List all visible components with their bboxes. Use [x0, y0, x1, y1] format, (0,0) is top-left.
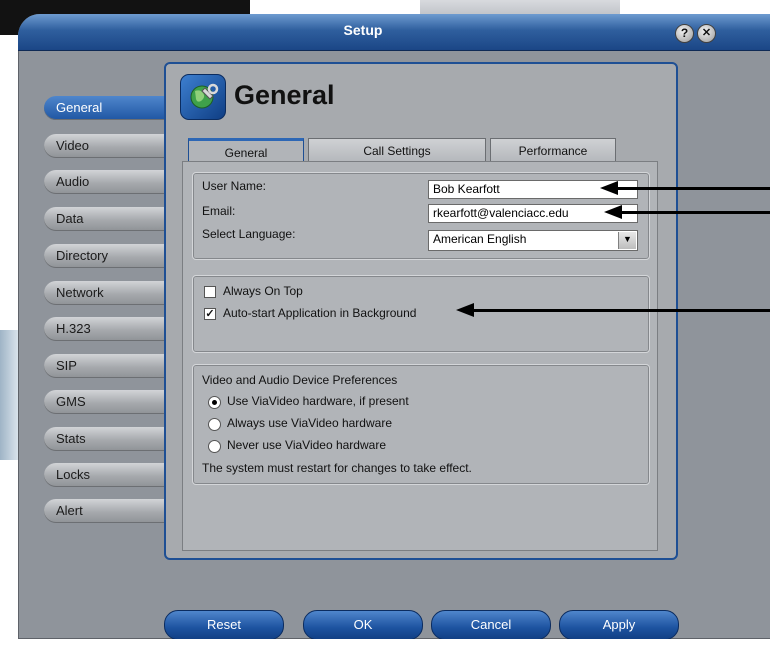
chevron-down-icon[interactable]: ▼ — [618, 232, 636, 249]
arrow-shaft — [616, 187, 770, 190]
autostart-label: Auto-start Application in Background — [223, 306, 417, 320]
title-bar[interactable]: Setup ? ✕ — [18, 14, 770, 51]
device-preferences-title: Video and Audio Device Preferences — [202, 373, 398, 387]
restart-note: The system must restart for changes to t… — [202, 461, 472, 475]
always-on-top-label: Always On Top — [223, 284, 303, 298]
wrench-globe-icon — [180, 74, 226, 120]
setup-window: Setup ? ✕ General Video Audio Data Direc… — [18, 14, 770, 639]
help-button[interactable]: ? — [675, 24, 694, 43]
ok-button[interactable]: OK — [303, 610, 423, 639]
device-preferences-group: Video and Audio Device Preferences Use V… — [192, 364, 650, 485]
page-title: General — [234, 80, 335, 110]
radio-always-use[interactable] — [208, 418, 221, 431]
apply-button[interactable]: Apply — [559, 610, 679, 639]
email-label: Email: — [202, 204, 236, 218]
tab-call-settings[interactable]: Call Settings — [308, 138, 486, 163]
language-label: Select Language: — [202, 227, 296, 241]
arrow-shaft — [472, 309, 770, 312]
arrow-shaft — [620, 211, 770, 214]
language-select-value: American English — [433, 232, 527, 246]
tab-performance[interactable]: Performance — [490, 138, 616, 163]
window-title: Setup — [343, 22, 383, 38]
user-info-group: User Name: Bob Kearfott Email: rkearfott… — [192, 172, 650, 260]
reset-button[interactable]: Reset — [164, 610, 284, 639]
radio-use-if-present-label: Use ViaVideo hardware, if present — [227, 394, 409, 408]
radio-always-use-label: Always use ViaVideo hardware — [227, 416, 392, 430]
radio-use-if-present[interactable] — [208, 396, 221, 409]
language-select[interactable]: American English ▼ — [428, 230, 638, 251]
always-on-top-checkbox[interactable] — [204, 286, 216, 298]
radio-never-use-label: Never use ViaVideo hardware — [227, 438, 386, 452]
close-button[interactable]: ✕ — [697, 24, 716, 43]
user-name-label: User Name: — [202, 179, 267, 193]
tab-general[interactable]: General — [188, 138, 304, 163]
cancel-button[interactable]: Cancel — [431, 610, 551, 639]
tab-page-general: User Name: Bob Kearfott Email: rkearfott… — [182, 161, 658, 551]
radio-never-use[interactable] — [208, 440, 221, 453]
autostart-checkbox[interactable]: ✓ — [204, 308, 216, 320]
options-group: Always On Top ✓ Auto-start Application i… — [192, 275, 650, 353]
radio-selected-dot — [212, 400, 217, 405]
background-desktop-strip — [0, 330, 20, 460]
